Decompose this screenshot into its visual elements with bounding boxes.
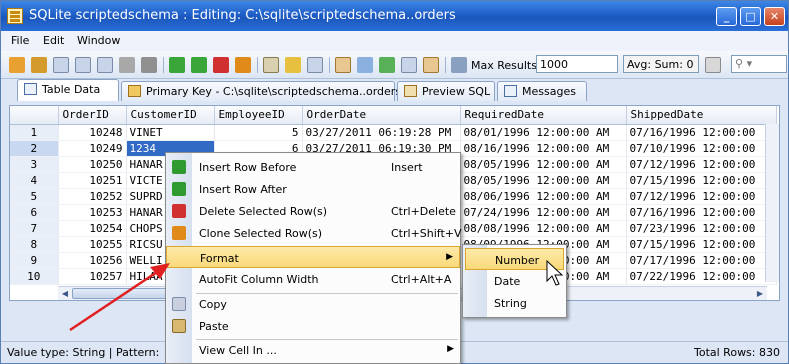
annotation-arrow-icon <box>69 263 170 332</box>
annotation-overlay <box>69 259 564 332</box>
mouse-cursor-icon <box>546 259 564 286</box>
